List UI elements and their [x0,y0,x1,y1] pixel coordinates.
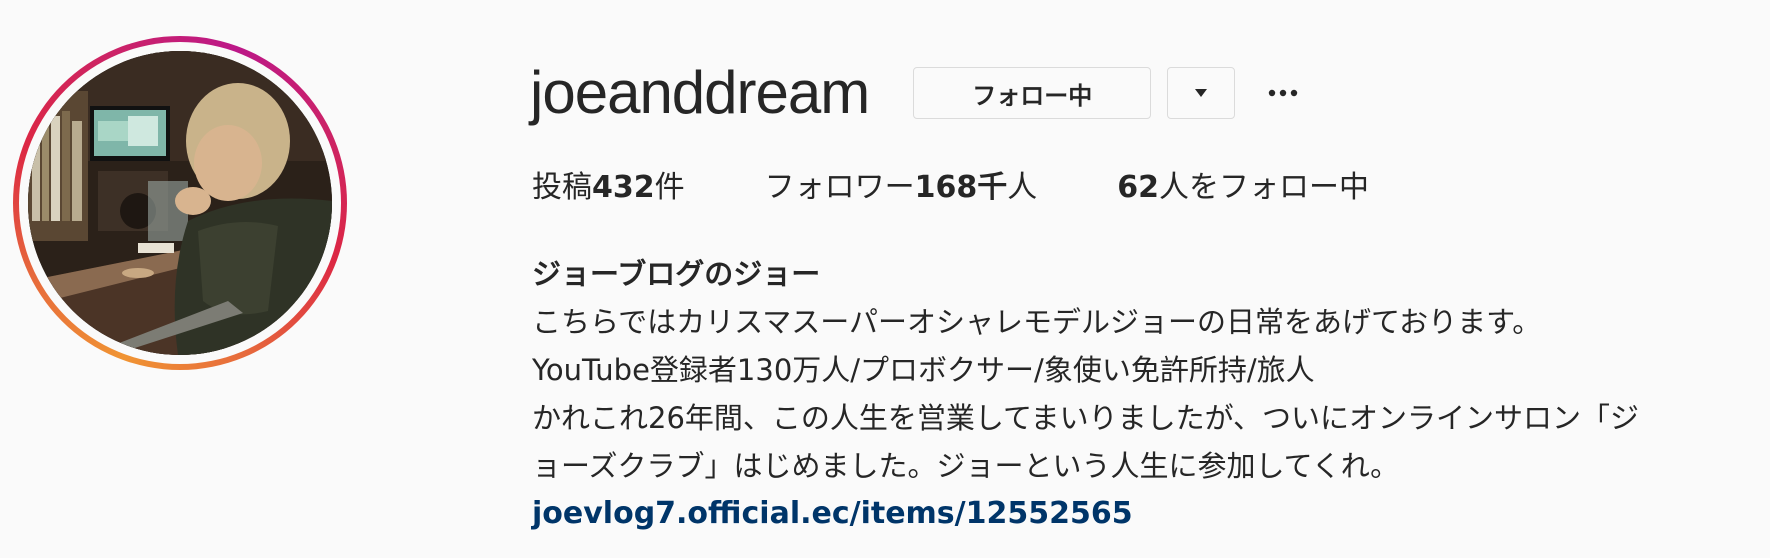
posts-label: 投稿 [532,170,592,205]
bio-external-link[interactable]: joevlog7.official.ec/items/12552565 [532,490,1762,538]
followers-stat[interactable]: フォロワー168千人 [765,168,1038,208]
followers-unit: 人 [1007,170,1038,205]
profile-stats: 投稿432件 フォロワー168千人 62人をフォロー中 [532,168,1449,208]
posts-count: 432 [592,170,655,205]
avatar-gap [19,42,341,364]
username: joeanddream [530,59,870,126]
bio-line: ョーズクラブ」はじめました。ジョーという人生に参加してくれ。 [532,449,1400,483]
followers-count: 168千 [914,170,1008,205]
avatar-photo [28,51,332,355]
chevron-down-icon [1195,89,1208,97]
bio-line: かれこれ26年間、この人生を営業してまいりましたが、ついにオンラインサロン「ジ [532,401,1640,435]
avatar[interactable] [28,51,332,355]
following-stat[interactable]: 62人をフォロー中 [1117,168,1369,208]
posts-unit: 件 [654,170,685,205]
full-name: ジョーブログのジョー [532,257,821,291]
more-options-button[interactable] [1263,67,1303,119]
followers-label: フォロワー [764,170,915,205]
bio-line: YouTube登録者130万人/プロボクサー/象使い免許所持/旅人 [532,353,1315,387]
profile-header: joeanddream フォロー中 [530,60,1303,126]
bio-line: こちらではカリスマスーパーオシャレモデルジョーの日常をあげております。 [532,305,1542,339]
following-button[interactable]: フォロー中 [913,67,1152,119]
story-ring[interactable] [13,36,347,370]
profile-bio: ジョーブログのジョー こちらではカリスマスーパーオシャレモデルジョーの日常をあげ… [532,250,1762,538]
posts-stat: 投稿432件 [532,168,685,208]
following-count: 62 [1117,170,1159,205]
suggestions-dropdown-button[interactable] [1167,67,1236,119]
more-options-icon [1269,89,1298,97]
following-label: 人をフォロー中 [1159,170,1369,205]
